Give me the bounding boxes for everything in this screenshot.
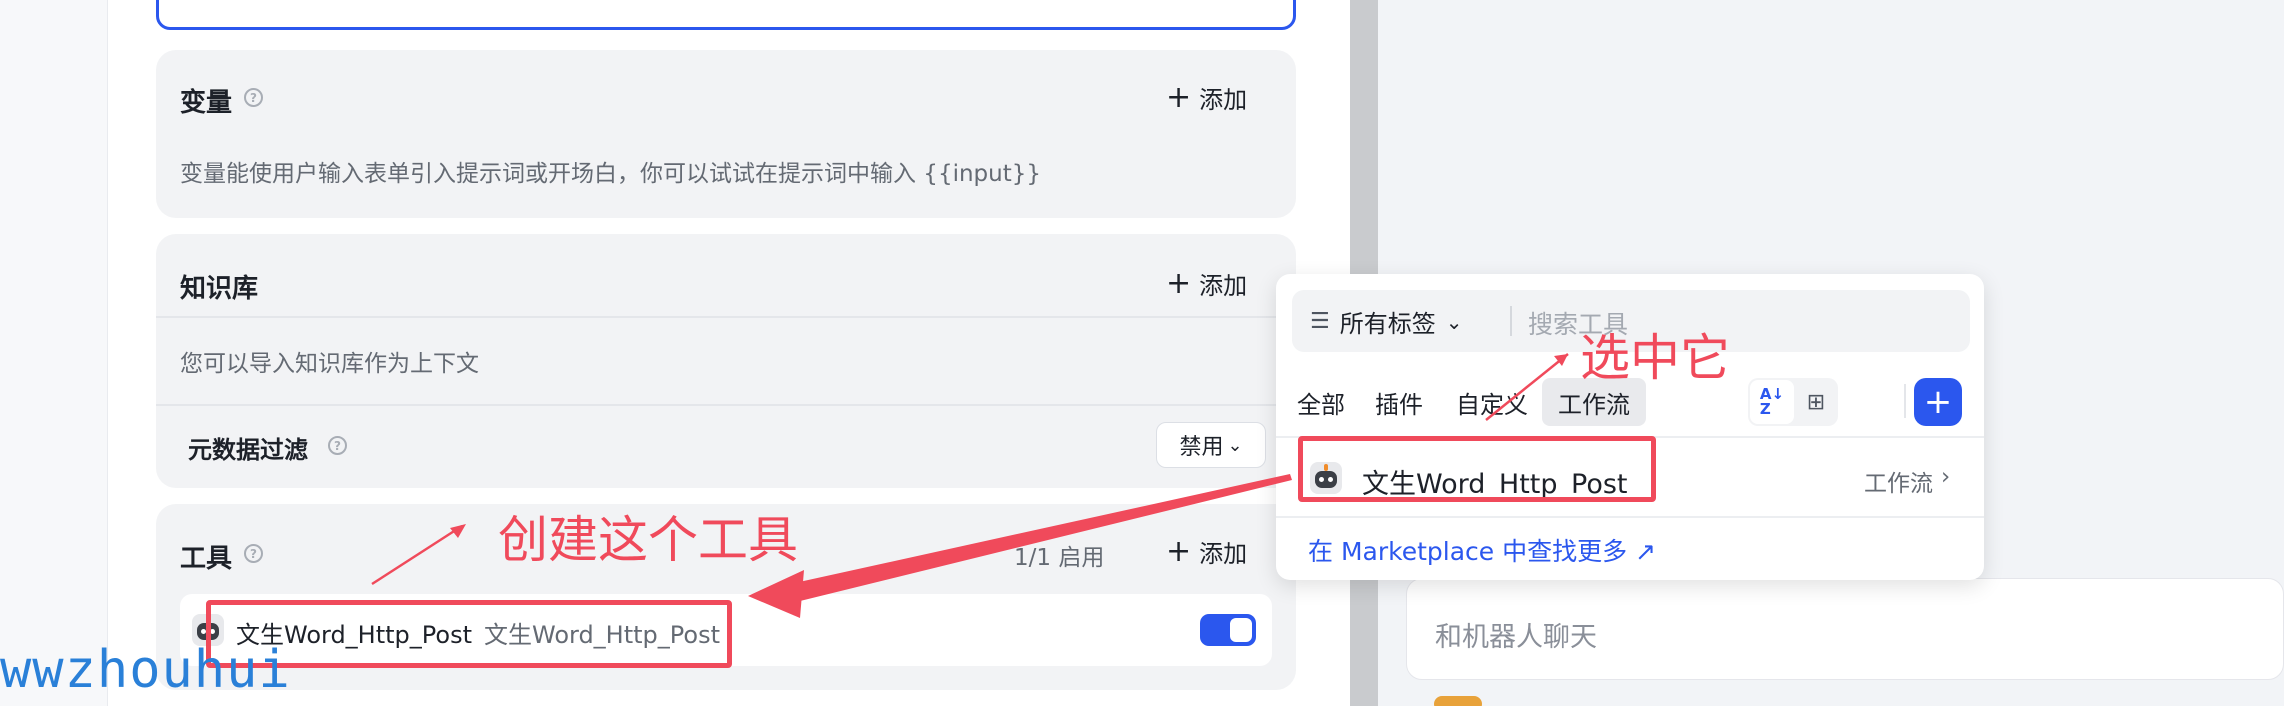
separator [1510, 306, 1512, 336]
tab-all[interactable]: 全部 [1288, 378, 1354, 426]
knowledge-card: 知识库 + 添加 您可以导入知识库作为上下文 元数据过滤 ? 禁用 ⌄ [156, 234, 1296, 488]
watermark: wwzhouhui [0, 640, 291, 700]
tool-result-type-label: 工作流 [1864, 471, 1933, 497]
tag-filter-label: 所有标签 [1339, 310, 1436, 338]
variables-title: 变量 [180, 88, 233, 118]
tree-view-icon[interactable]: ⊞ [1794, 380, 1838, 424]
plus-icon: + [1166, 79, 1192, 115]
tools-add-button[interactable]: + 添加 [1166, 534, 1247, 569]
chevron-down-icon: ⌄ [1227, 434, 1243, 456]
marketplace-link[interactable]: 在 Marketplace 中查找更多 ↗ [1308, 532, 1656, 568]
knowledge-description: 您可以导入知识库作为上下文 [180, 351, 479, 377]
knowledge-add-label: 添加 [1199, 272, 1248, 300]
variables-description: 变量能使用户输入表单引入提示词或开场白，你可以试试在提示词中输入 {{input… [180, 161, 1042, 187]
toggle-knob [1230, 618, 1252, 642]
metadata-filter-value: 禁用 [1179, 435, 1224, 460]
knowledge-title: 知识库 [180, 274, 259, 304]
help-icon[interactable]: ? [244, 88, 263, 107]
sort-az-icon[interactable]: A↓ Z [1750, 380, 1794, 424]
chat-placeholder: 和机器人聊天 [1435, 622, 1597, 653]
tool-enable-toggle[interactable] [1200, 614, 1256, 646]
variables-add-label: 添加 [1199, 86, 1248, 114]
create-tool-button[interactable]: + [1914, 378, 1962, 426]
tab-plugins[interactable]: 插件 [1356, 378, 1442, 426]
tools-add-label: 添加 [1199, 540, 1248, 568]
chevron-right-icon: › [1941, 464, 1951, 490]
separator [1904, 384, 1906, 418]
prompt-editor[interactable] [156, 0, 1296, 30]
metadata-filter-select[interactable]: 禁用 ⌄ [1156, 422, 1266, 468]
tag-filter-dropdown[interactable]: ☰ 所有标签 ⌄ [1310, 304, 1463, 339]
annotation-highlight-result [1298, 436, 1656, 502]
filter-icon: ☰ [1310, 309, 1330, 334]
metadata-filter-label: 元数据过滤 [188, 436, 308, 464]
divider [156, 316, 1296, 318]
divider [1276, 516, 1984, 518]
knowledge-add-button[interactable]: + 添加 [1166, 266, 1247, 301]
chevron-down-icon: ⌄ [1445, 309, 1463, 334]
tools-enabled-count: 1/1 启用 [1014, 545, 1105, 571]
help-icon[interactable]: ? [328, 436, 347, 455]
divider [156, 404, 1296, 406]
plus-icon: + [1166, 533, 1192, 569]
chat-input[interactable]: 和机器人聊天 [1406, 578, 2284, 680]
tool-result-type: 工作流 › [1864, 464, 1950, 498]
view-toggle-group: A↓ Z ⊞ [1748, 378, 1838, 426]
tools-title: 工具 [180, 544, 233, 574]
left-gutter [0, 0, 108, 706]
annotation-select-it: 选中它 [1580, 329, 1730, 387]
plus-icon: + [1166, 265, 1192, 301]
annotation-create-tool: 创建这个工具 [498, 511, 798, 569]
variables-card: 变量 ? + 添加 变量能使用户输入表单引入提示词或开场白，你可以试试在提示词中… [156, 50, 1296, 218]
help-icon[interactable]: ? [244, 544, 263, 563]
tab-custom[interactable]: 自定义 [1444, 378, 1540, 426]
variables-add-button[interactable]: + 添加 [1166, 80, 1247, 115]
bot-avatar [1434, 696, 1482, 706]
